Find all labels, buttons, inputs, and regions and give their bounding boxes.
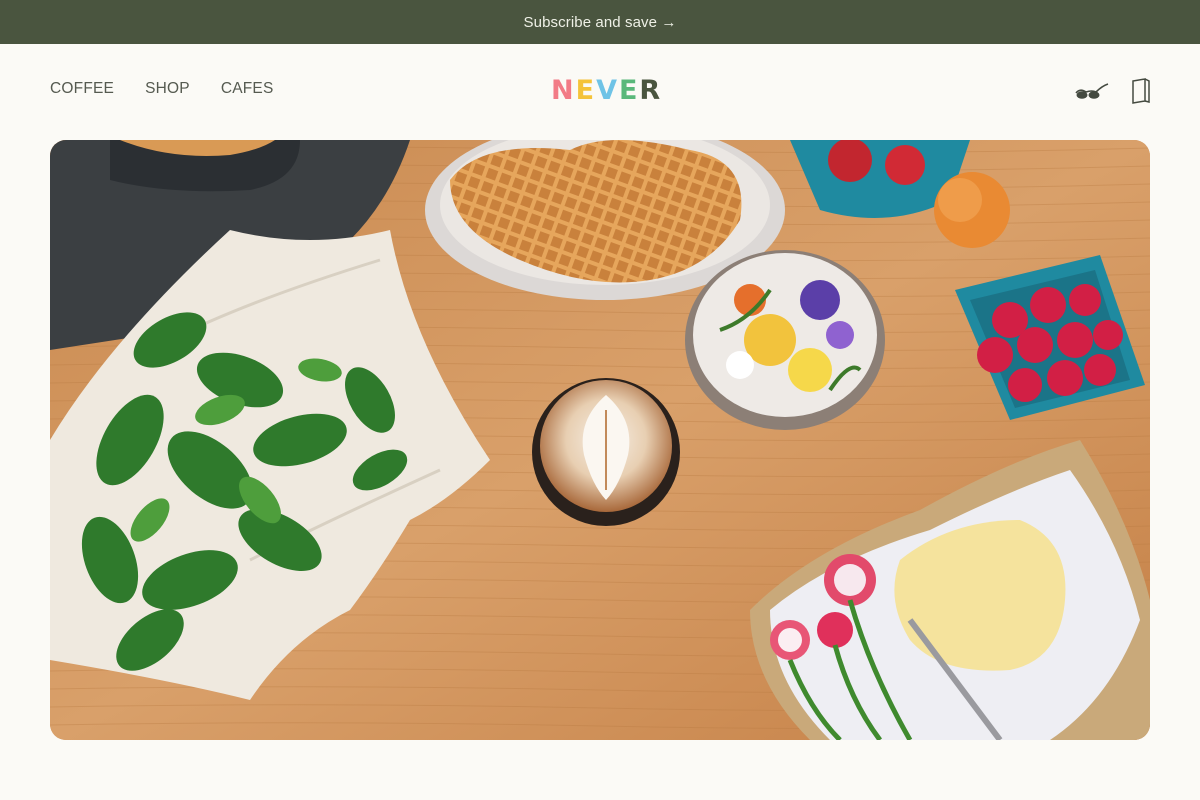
logo-letter: R bbox=[639, 75, 663, 106]
bag-icon[interactable] bbox=[1130, 78, 1152, 104]
nav-link-cafes[interactable]: CAFES bbox=[221, 80, 274, 98]
logo-letter: N bbox=[551, 75, 576, 106]
nav-link-shop[interactable]: SHOP bbox=[145, 80, 190, 98]
announcement-link[interactable]: Subscribe and save → bbox=[524, 14, 677, 31]
header-icons bbox=[1074, 78, 1152, 104]
hero-image bbox=[50, 140, 1150, 740]
main-nav: COFFEE SHOP CAFES bbox=[50, 80, 274, 98]
breakfast-photo bbox=[50, 140, 1150, 740]
nav-link-coffee[interactable]: COFFEE bbox=[50, 80, 114, 98]
logo-letter: V bbox=[596, 75, 619, 106]
site-header: COFFEE SHOP CAFES N E V E R bbox=[0, 44, 1200, 140]
announcement-bar[interactable]: Subscribe and save → bbox=[0, 0, 1200, 44]
logo-letter: E bbox=[618, 75, 640, 106]
brand-logo[interactable]: N E V E R bbox=[551, 75, 662, 106]
glasses-icon[interactable] bbox=[1074, 80, 1110, 102]
logo-letter: E bbox=[575, 75, 597, 106]
